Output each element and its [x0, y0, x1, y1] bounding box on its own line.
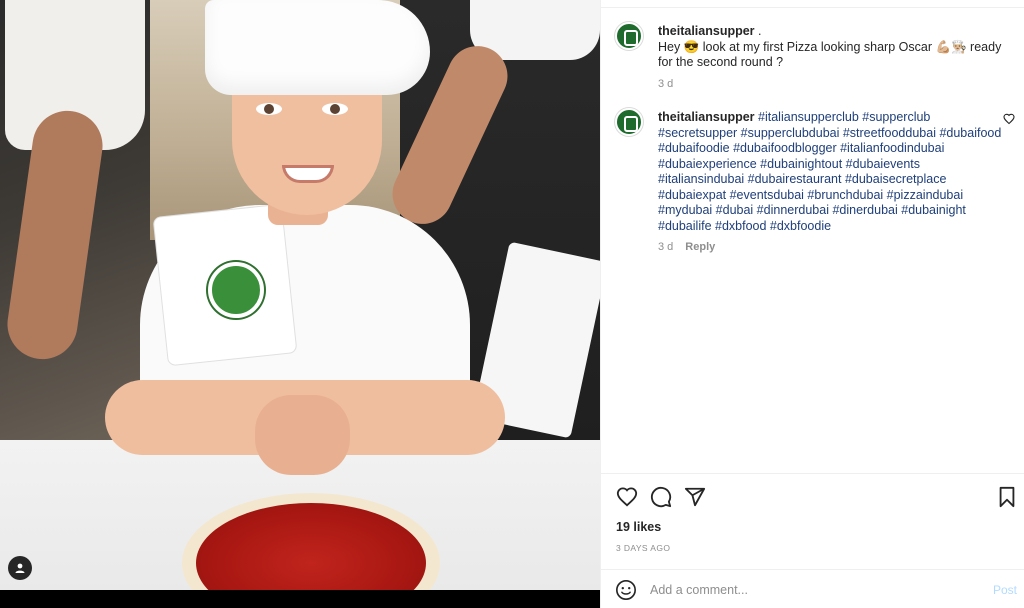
- comment-icon[interactable]: [649, 485, 673, 509]
- comment-hashtags[interactable]: #italiansupperclub #supperclub #secretsu…: [658, 110, 1001, 233]
- chef-hat: [205, 0, 430, 95]
- caption-text: Hey 😎 look at my first Pizza looking sha…: [658, 39, 1002, 70]
- actions-divider: [601, 473, 1024, 474]
- avatar[interactable]: [615, 108, 643, 136]
- comment-box-divider: [601, 569, 1024, 570]
- heart-icon[interactable]: [1003, 112, 1015, 130]
- post-date[interactable]: 3 DAYS AGO: [616, 543, 670, 553]
- comment-input[interactable]: [650, 578, 970, 601]
- photo-bottom-bar: [0, 590, 600, 608]
- child-fist: [255, 395, 350, 475]
- caption: theitaliansupper . Hey 😎 look at my firs…: [615, 22, 1015, 92]
- child-eye: [322, 103, 348, 115]
- logo-emblem: [208, 262, 264, 318]
- comment-username[interactable]: theitaliansupper: [658, 110, 755, 124]
- share-icon[interactable]: [683, 485, 707, 509]
- post-photo[interactable]: [0, 0, 600, 608]
- caption-username-suffix: .: [754, 24, 762, 38]
- likes-count[interactable]: 19 likes: [616, 520, 661, 534]
- user-icon[interactable]: [8, 556, 32, 580]
- caption-meta: 3 d: [658, 77, 1008, 93]
- comment-meta: 3 d Reply: [658, 240, 1008, 256]
- emoji-icon[interactable]: [615, 579, 637, 601]
- caption-body: theitaliansupper . Hey 😎 look at my firs…: [658, 24, 1008, 92]
- post-button[interactable]: Post: [993, 583, 1017, 597]
- action-bar: [615, 485, 1019, 509]
- avatar[interactable]: [615, 22, 643, 50]
- caption-username[interactable]: theitaliansupper: [658, 24, 755, 38]
- reply-button[interactable]: Reply: [685, 240, 715, 256]
- comment-time[interactable]: 3 d: [658, 240, 673, 256]
- bookmark-icon[interactable]: [995, 485, 1019, 509]
- heart-icon[interactable]: [615, 485, 639, 509]
- comment-body: theitaliansupper #italiansupperclub #sup…: [658, 110, 1008, 256]
- post-side-panel: theitaliansupper . Hey 😎 look at my firs…: [600, 0, 1024, 608]
- add-comment-bar: Post: [601, 571, 1024, 608]
- comment: theitaliansupper #italiansupperclub #sup…: [615, 108, 1015, 256]
- header-divider: [601, 0, 1024, 8]
- child-eye: [256, 103, 282, 115]
- caption-time[interactable]: 3 d: [658, 77, 673, 93]
